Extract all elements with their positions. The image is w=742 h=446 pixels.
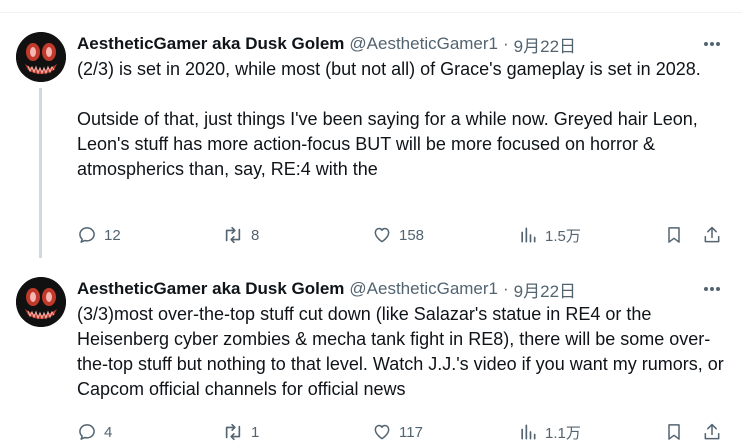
like-button[interactable]: 117 bbox=[372, 420, 423, 444]
tweet-actions: 4 1 117 1.1万 bbox=[77, 420, 727, 444]
reply-icon bbox=[77, 225, 97, 245]
author-name[interactable]: AestheticGamer aka Dusk Golem bbox=[77, 34, 344, 54]
bookmark-icon bbox=[664, 225, 684, 245]
tweet-header: AestheticGamer aka Dusk Golem @Aesthetic… bbox=[77, 277, 576, 301]
like-icon bbox=[372, 422, 392, 442]
views-count: 1.1万 bbox=[545, 424, 581, 442]
tweet[interactable]: AestheticGamer aka Dusk Golem @Aesthetic… bbox=[0, 277, 742, 446]
repost-button[interactable]: 1 bbox=[222, 420, 259, 444]
tweet-actions: 12 8 158 1.5万 bbox=[77, 223, 727, 247]
avatar[interactable] bbox=[16, 277, 66, 327]
views-button[interactable]: 1.1万 bbox=[518, 420, 581, 444]
bookmark-button[interactable] bbox=[664, 420, 684, 444]
views-icon bbox=[518, 225, 538, 245]
author-handle[interactable]: @AestheticGamer1 bbox=[349, 34, 498, 54]
tweet-date[interactable]: 9月22日 bbox=[514, 32, 576, 57]
reply-count: 4 bbox=[104, 423, 113, 441]
repost-count: 1 bbox=[251, 423, 260, 441]
tweet[interactable]: AestheticGamer aka Dusk Golem @Aesthetic… bbox=[0, 32, 742, 258]
tweet-header: AestheticGamer aka Dusk Golem @Aesthetic… bbox=[77, 32, 576, 56]
share-button[interactable] bbox=[702, 223, 722, 247]
like-icon bbox=[372, 225, 392, 245]
more-icon[interactable] bbox=[700, 34, 724, 54]
views-count: 1.5万 bbox=[545, 227, 581, 245]
repost-icon bbox=[222, 225, 244, 245]
repost-button[interactable]: 8 bbox=[222, 223, 259, 247]
tweet-text: (2/3) is set in 2020, while most (but no… bbox=[77, 59, 701, 179]
repost-count: 8 bbox=[251, 226, 260, 244]
more-icon[interactable] bbox=[700, 279, 724, 299]
reply-icon bbox=[77, 422, 97, 442]
separator: · bbox=[503, 279, 509, 298]
author-name[interactable]: AestheticGamer aka Dusk Golem bbox=[77, 279, 344, 299]
like-count: 117 bbox=[399, 423, 423, 441]
share-icon bbox=[702, 225, 722, 245]
reply-button[interactable]: 12 bbox=[77, 223, 121, 247]
views-button[interactable]: 1.5万 bbox=[518, 223, 581, 247]
views-icon bbox=[518, 422, 538, 442]
top-divider bbox=[0, 12, 742, 13]
share-button[interactable] bbox=[702, 420, 722, 444]
thread-line bbox=[39, 88, 42, 258]
bookmark-icon bbox=[664, 422, 684, 442]
like-count: 158 bbox=[399, 226, 425, 244]
tweet-date[interactable]: 9月22日 bbox=[514, 277, 576, 302]
tweet-text: (3/3)most over-the-top stuff cut down (l… bbox=[77, 304, 729, 399]
avatar[interactable] bbox=[16, 32, 66, 82]
bookmark-button[interactable] bbox=[664, 223, 684, 247]
separator: · bbox=[503, 34, 509, 53]
reply-count: 12 bbox=[104, 226, 121, 244]
reply-button[interactable]: 4 bbox=[77, 420, 112, 444]
like-button[interactable]: 158 bbox=[372, 223, 424, 247]
author-handle[interactable]: @AestheticGamer1 bbox=[349, 279, 498, 299]
share-icon bbox=[702, 422, 722, 442]
repost-icon bbox=[222, 422, 244, 442]
